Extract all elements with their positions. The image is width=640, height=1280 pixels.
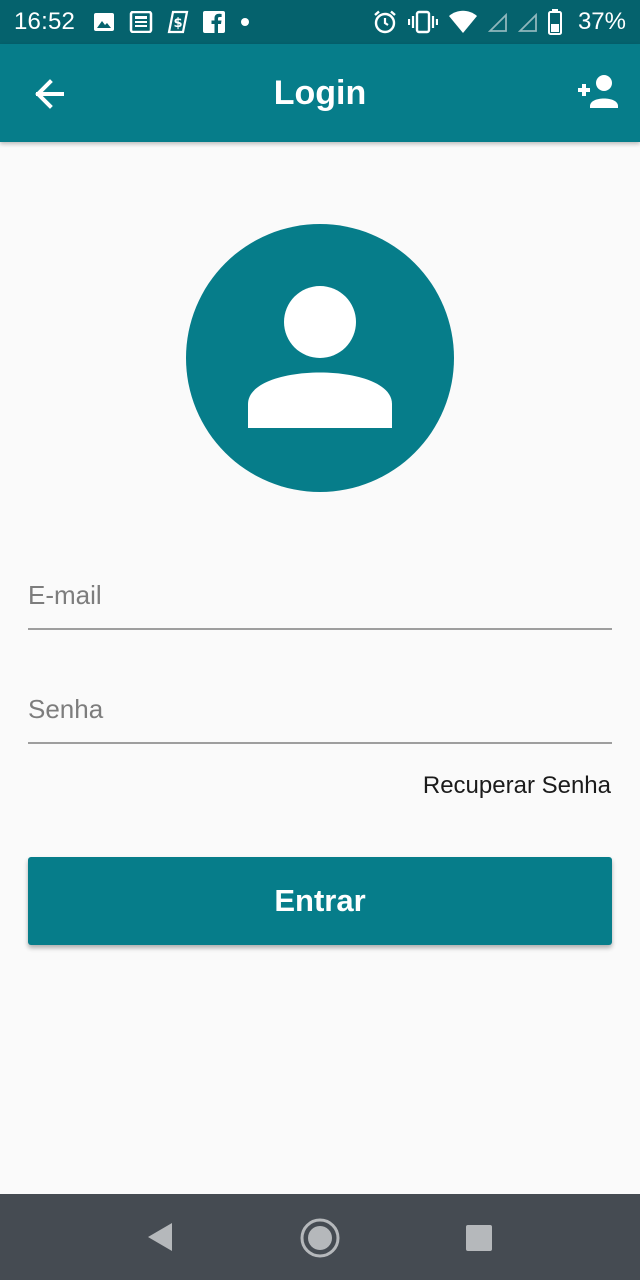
arrow-back-icon (35, 79, 64, 109)
person-icon (248, 286, 392, 428)
signal-icon (487, 11, 508, 33)
notification-icons: $ (93, 10, 251, 34)
nav-back-icon[interactable] (146, 1221, 174, 1258)
wifi-icon (448, 10, 478, 34)
nav-recents-icon[interactable] (465, 1224, 493, 1257)
person-add-icon (578, 75, 618, 108)
email-field[interactable] (28, 570, 612, 630)
news-icon (129, 11, 153, 33)
alarm-icon (372, 9, 398, 35)
system-icons: 37% (372, 8, 626, 36)
login-button[interactable]: Entrar (28, 857, 612, 945)
facebook-icon (203, 11, 226, 33)
recover-password-link[interactable]: Recuperar Senha (423, 772, 611, 800)
navigation-bar (0, 1194, 640, 1280)
money-icon: $ (167, 10, 189, 34)
dot-icon (239, 16, 251, 28)
svg-text:$: $ (174, 16, 183, 31)
nav-home-icon[interactable] (299, 1217, 341, 1264)
app-bar: Login (0, 44, 640, 142)
signal-icon (517, 11, 538, 33)
avatar (186, 224, 454, 492)
vibrate-icon (407, 10, 438, 34)
battery-icon (547, 9, 562, 35)
image-icon (93, 11, 115, 33)
status-bar: 16:52 $ 37% (0, 0, 640, 44)
password-field[interactable] (28, 684, 612, 744)
status-time: 16:52 (14, 8, 76, 35)
battery-percent: 37% (577, 8, 626, 35)
page-title: Login (273, 73, 367, 112)
add-user-button[interactable] (576, 72, 620, 112)
back-button[interactable] (30, 74, 70, 114)
